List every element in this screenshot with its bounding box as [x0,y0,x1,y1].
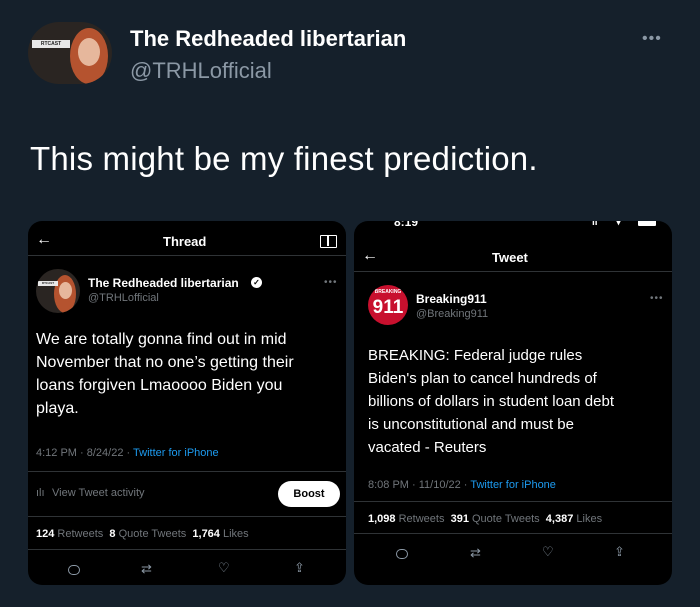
author-name[interactable]: The Redheaded libertarian [130,26,406,52]
status-bar-time: 8:19 [394,221,419,229]
author-avatar[interactable]: RTCAST [28,22,112,84]
status-bar-battery-icon [638,221,656,226]
header-title: Tweet [492,250,528,265]
tweet-source-link[interactable]: Twitter for iPhone [470,479,556,491]
tweet-text-line: loans forgiven Lmaoooo Biden you [36,377,283,394]
tweet-text-line: is unconstitutional and must be [368,416,574,433]
retweet-icon[interactable]: ⇄ [141,561,152,577]
header-title: Thread [163,234,207,249]
tweet-text-line: We are totally gonna find out in mid [36,331,287,348]
header-divider [28,255,346,256]
tweet-text: This might be my finest prediction. [30,140,538,177]
likes-count[interactable]: 4,387 [546,513,574,525]
author-handle[interactable]: @TRHLofficial [88,292,159,304]
avatar-face [59,282,72,299]
tweet-text-line: BREAKING: Federal judge rules [368,347,583,364]
divider [354,501,672,502]
left-screenshot-image: ← Thread RTCAST The Redheaded libertaria… [28,221,346,585]
author-name[interactable]: The Redheaded libertarian [88,276,239,290]
likes-label[interactable]: Likes [576,513,602,525]
retweets-count[interactable]: 1,098 [368,513,396,525]
boost-button[interactable]: Boost [278,481,340,507]
tweet-timestamp: 4:12 PM · 8/24/22 · [36,447,134,459]
analytics-icon: ılı [36,487,45,499]
author-avatar[interactable]: RTCAST [36,269,80,313]
quotes-count[interactable]: 391 [451,513,469,525]
more-options-icon[interactable]: ••• [642,30,662,48]
quotes-label[interactable]: Quote Tweets [472,513,540,525]
back-arrow-icon[interactable]: ← [36,231,52,249]
avatar-face [78,38,100,66]
tweet-text-line: playa. [36,400,79,417]
tweet-text-line: November that no one’s getting their [36,354,294,371]
likes-count[interactable]: 1,764 [192,528,220,540]
divider [28,516,346,517]
reader-icon[interactable] [320,235,337,248]
status-bar-wifi-icon: ▾ [616,221,622,228]
tweet-stats: 124 Retweets 8 Quote Tweets 1,764 Likes [36,528,249,540]
tweet-text-line: Biden's plan to cancel hundreds of [368,370,597,387]
author-handle[interactable]: @Breaking911 [416,308,488,320]
retweets-label[interactable]: Retweets [399,513,445,525]
right-screenshot-image: 8:19 ıl ▾ ← Tweet BREAKING 911 Breaking9… [354,221,672,585]
author-name[interactable]: Breaking911 [416,292,487,306]
back-arrow-icon[interactable]: ← [362,247,378,265]
tweet-text-line: billions of dollars in student loan debt [368,393,614,410]
tweet-timestamp: 8:08 PM · 11/10/22 · [368,479,471,491]
tweet-source-link[interactable]: Twitter for iPhone [133,447,219,459]
header-divider [354,271,672,272]
verified-icon: ✓ [251,277,262,288]
like-icon[interactable]: ♡ [542,544,554,560]
retweets-label[interactable]: Retweets [57,528,103,540]
divider [354,533,672,534]
share-icon[interactable]: ⇪ [614,544,625,560]
avatar-podcast-tag: RTCAST [38,281,58,286]
breaking911-avatar[interactable]: BREAKING 911 [368,285,408,325]
more-options-icon[interactable]: ••• [650,293,664,304]
tweet-stats: 1,098 Retweets 391 Quote Tweets 4,387 Li… [368,513,602,525]
avatar-breaking-text: BREAKING [374,289,402,295]
retweets-count[interactable]: 124 [36,528,54,540]
status-bar-signal-icon: ıl [592,221,598,228]
reply-icon[interactable] [396,549,408,559]
quotes-label[interactable]: Quote Tweets [119,528,187,540]
tweet-text-line: vacated - Reuters [368,439,487,456]
quotes-count[interactable]: 8 [109,528,115,540]
author-handle[interactable]: @TRHLofficial [130,58,272,84]
reply-icon[interactable] [68,565,80,575]
divider [28,471,346,472]
divider [28,549,346,550]
tweet-meta: 4:12 PM · 8/24/22 · Twitter for iPhone [36,447,219,459]
more-options-icon[interactable]: ••• [324,277,338,288]
avatar-911-text: 911 [372,297,404,318]
retweet-icon[interactable]: ⇄ [470,545,481,561]
view-activity-link[interactable]: View Tweet activity [52,487,145,499]
like-icon[interactable]: ♡ [218,560,230,576]
share-icon[interactable]: ⇪ [294,560,305,576]
tweet-meta: 8:08 PM · 11/10/22 · Twitter for iPhone [368,479,556,491]
likes-label[interactable]: Likes [223,528,249,540]
avatar-podcast-tag: RTCAST [32,40,70,48]
